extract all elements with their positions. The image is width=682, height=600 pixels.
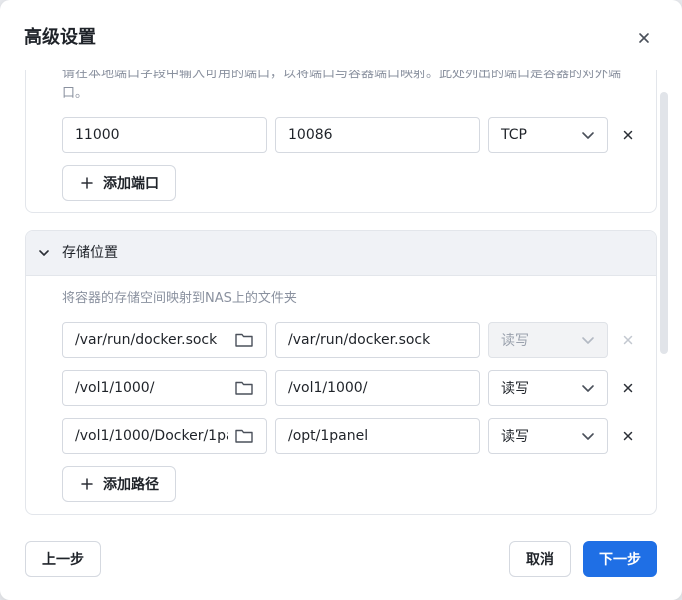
- close-icon: [639, 33, 649, 43]
- storage-description: 将容器的存储空间映射到NAS上的文件夹: [62, 291, 297, 306]
- plus-icon: [81, 177, 93, 189]
- folder-icon[interactable]: [234, 378, 254, 398]
- port-mapping-description: 请在本地端口字段中输入可用的端口，以将端口与容器端口映射。此处列出的端口是容器的…: [62, 70, 622, 101]
- add-port-button[interactable]: 添加端口: [62, 165, 176, 201]
- container-path-input[interactable]: /var/run/docker.sock: [275, 322, 480, 358]
- remove-port-button[interactable]: [620, 127, 636, 143]
- dialog-title: 高级设置: [24, 27, 96, 48]
- container-path-input[interactable]: /opt/1panel: [275, 418, 480, 454]
- remove-path-button: [620, 332, 636, 348]
- close-icon: [623, 335, 633, 345]
- storage-section-header[interactable]: 存储位置: [26, 231, 656, 276]
- plus-icon: [81, 478, 93, 490]
- storage-section-title: 存储位置: [62, 245, 118, 261]
- protocol-select[interactable]: TCP: [488, 117, 608, 153]
- chevron-down-icon: [582, 132, 594, 139]
- close-icon: [623, 431, 633, 441]
- host-path-input[interactable]: /vol1/1000/: [62, 370, 267, 406]
- close-icon: [623, 130, 633, 140]
- dialog-body[interactable]: 请在本地端口字段中输入可用的端口，以将端口与容器端口映射。此处列出的端口是容器的…: [0, 70, 682, 518]
- close-icon: [623, 383, 633, 393]
- host-path-input[interactable]: /vol1/1000/Docker/1panel: [62, 418, 267, 454]
- prev-step-button[interactable]: 上一步: [25, 541, 101, 577]
- remove-path-button[interactable]: [620, 428, 636, 444]
- chevron-down-icon: [582, 337, 594, 344]
- scrollbar-thumb[interactable]: [660, 92, 668, 354]
- advanced-settings-dialog: 高级设置 请在本地端口字段中输入可用的端口，以将端口与容器端口映射。此处列出的端…: [0, 0, 682, 600]
- folder-icon[interactable]: [234, 330, 254, 350]
- chevron-down-icon: [39, 250, 49, 256]
- next-step-button[interactable]: 下一步: [583, 541, 657, 577]
- permission-select[interactable]: 读写: [488, 418, 608, 454]
- host-path-input[interactable]: /var/run/docker.sock: [62, 322, 267, 358]
- remove-path-button[interactable]: [620, 380, 636, 396]
- container-path-input[interactable]: /vol1/1000/: [275, 370, 480, 406]
- add-path-button[interactable]: 添加路径: [62, 466, 176, 502]
- permission-select: 读写: [488, 322, 608, 358]
- close-button[interactable]: [633, 27, 655, 49]
- local-port-input[interactable]: 11000: [62, 117, 267, 153]
- chevron-down-icon: [582, 385, 594, 392]
- folder-icon[interactable]: [234, 426, 254, 446]
- permission-select[interactable]: 读写: [488, 370, 608, 406]
- container-port-input[interactable]: 10086: [275, 117, 480, 153]
- chevron-down-icon: [582, 433, 594, 440]
- cancel-button[interactable]: 取消: [509, 541, 571, 577]
